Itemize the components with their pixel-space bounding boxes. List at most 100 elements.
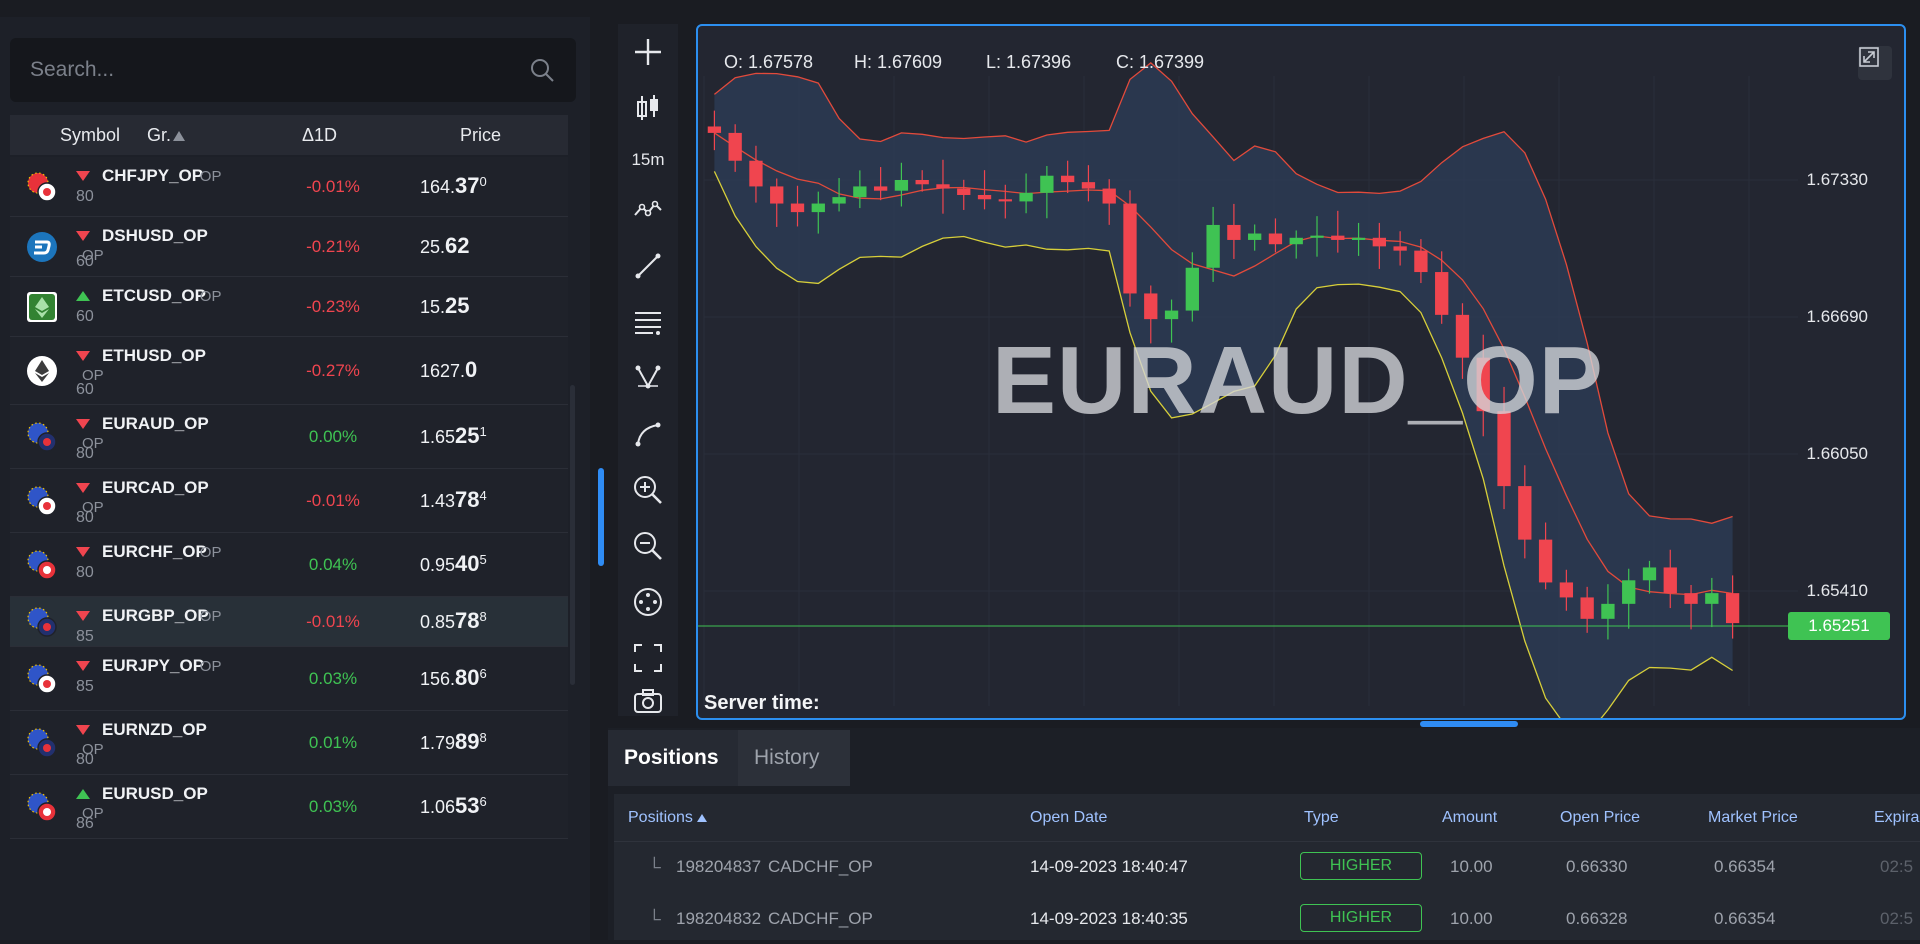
price-fraction: 4 xyxy=(479,488,487,503)
price-prefix: 0.85 xyxy=(420,612,456,632)
expiration-column-header[interactable]: Expira xyxy=(1874,809,1919,827)
candle-body xyxy=(873,186,888,191)
list-scrollbar[interactable] xyxy=(570,385,575,685)
position-row[interactable]: └ 198204837 CADCHF_OP 14-09-2023 18:40:47 HI… xyxy=(614,842,1920,892)
candle-body xyxy=(1538,539,1553,583)
instrument-row-etcusd_op[interactable]: ETCUSD_OP OP 60 -0.23% 15.25 xyxy=(10,277,568,337)
price-pips: 62 xyxy=(445,233,470,258)
expand-chart-button[interactable] xyxy=(1858,46,1892,80)
candle-body xyxy=(1725,593,1740,624)
instrument-group: 86 xyxy=(76,815,94,832)
tab-positions[interactable]: Positions xyxy=(608,730,738,786)
candle-body xyxy=(957,188,971,195)
price-column-header[interactable]: Price xyxy=(460,125,501,146)
amount-column-header[interactable]: Amount xyxy=(1442,809,1497,827)
instrument-row-chfjpy_op[interactable]: CHFJPY_OP OP 80 -0.01% 164.370 xyxy=(10,157,568,217)
type-column-header[interactable]: Type xyxy=(1304,809,1339,827)
instrument-row-dshusd_op[interactable]: DSHUSD_OP OP 60 -0.21% 25.62 xyxy=(10,217,568,277)
candle-body xyxy=(1414,250,1428,273)
zoom-in-button[interactable] xyxy=(628,470,668,510)
trend-up-icon xyxy=(76,291,90,301)
price-pips: 25 xyxy=(445,293,470,318)
position-exp: 02:5 xyxy=(1880,909,1914,928)
y-axis-label: 1.66050 xyxy=(1806,444,1868,463)
instrument-row-eurgbp_op[interactable]: EURGBP_OP OP 85 -0.01% 0.85788 xyxy=(10,597,568,647)
instrument-type-tag: OP xyxy=(199,658,222,675)
instrument-row-eurusd_op[interactable]: EURUSD_OP OP 86 0.03% 1.06536 xyxy=(10,775,568,839)
daily-change: -0.23% xyxy=(306,297,360,316)
candle-body xyxy=(1622,580,1636,604)
price-chart[interactable]: O: 1.67578 H: 1.67609 L: 1.67396 C: 1.67… xyxy=(696,24,1906,720)
candle-body xyxy=(1081,182,1096,189)
instrument-row-eurcad_op[interactable]: EURCAD_OP OP 80 -0.01% 1.43784 xyxy=(10,469,568,533)
trend-down-icon xyxy=(76,661,90,671)
instrument-symbol: EURUSD_OP xyxy=(102,784,208,803)
position-type: HIGHER xyxy=(1300,852,1422,880)
indicators-button[interactable] xyxy=(628,190,668,230)
fullscreen-button[interactable] xyxy=(628,638,668,678)
candle-body xyxy=(1206,224,1220,268)
daily-change: 0.00% xyxy=(308,427,358,446)
instrument-group: 80 xyxy=(76,509,94,526)
position-row[interactable]: └ 198204832 CADCHF_OP 14-09-2023 18:40:35 HI… xyxy=(614,894,1920,944)
position-market-price: 0.66354 xyxy=(1714,857,1776,876)
pattern-icon xyxy=(635,365,661,389)
screenshot-button[interactable] xyxy=(628,688,668,716)
positions-column-header[interactable]: Positions xyxy=(628,809,708,827)
instrument-symbol: EURCHF_OP xyxy=(102,542,207,561)
price-fraction: 0 xyxy=(479,174,487,189)
instrument-symbol: EURCAD_OP xyxy=(102,478,209,497)
candle-body xyxy=(1601,603,1615,619)
instrument-panel: Symbol Gr. Δ1D Price CHFJPY_OPOP80-0.01%… xyxy=(0,17,590,940)
instrument-symbol: EURGBP_OP xyxy=(102,606,209,625)
eur-aud-flag-icon xyxy=(27,422,57,452)
instrument-price: 15.25 xyxy=(420,293,470,319)
position-symbol: CADCHF_OP xyxy=(768,909,873,928)
instrument-row-eurchf_op[interactable]: EURCHF_OP OP 80 0.04% 0.95405 xyxy=(10,533,568,597)
instrument-row-ethusd_op[interactable]: ETHUSD_OP OP 60 -0.27% 1627.0 xyxy=(10,337,568,405)
trend-line-icon xyxy=(635,253,661,279)
instrument-price: 164.370 xyxy=(420,173,487,199)
trend-down-icon xyxy=(76,419,90,429)
instrument-price: 0.95405 xyxy=(420,551,487,577)
tab-history[interactable]: History xyxy=(738,730,850,786)
zoom-out-button[interactable] xyxy=(628,526,668,566)
zoom-out-icon xyxy=(634,532,662,560)
eur-usd-flag-icon xyxy=(27,792,57,822)
candle-body xyxy=(811,203,825,213)
candle-body xyxy=(1310,235,1324,238)
instrument-row-eurnzd_op[interactable]: EURNZD_OP OP 80 0.01% 1.79898 xyxy=(10,711,568,775)
eur-cad-flag-icon xyxy=(27,486,57,516)
instrument-group: 80 xyxy=(76,751,94,768)
chf-jpy-flag-icon xyxy=(27,172,57,202)
sort-asc-icon xyxy=(173,131,186,141)
curve-tool[interactable] xyxy=(628,414,668,454)
group-column-header[interactable]: Gr. xyxy=(147,125,186,146)
price-prefix: 15. xyxy=(420,297,446,317)
panel-resize-handle[interactable] xyxy=(598,468,604,566)
symbol-column-header[interactable]: Symbol xyxy=(60,125,120,146)
open-price-column-header[interactable]: Open Price xyxy=(1560,809,1640,827)
timeframe-button[interactable]: 15m xyxy=(618,150,678,170)
candle-body xyxy=(1144,293,1158,320)
candle-body xyxy=(790,203,805,213)
bottom-panel-resize-handle[interactable] xyxy=(1420,721,1518,727)
instrument-row-eurjpy_op[interactable]: EURJPY_OP OP 85 0.03% 156.806 xyxy=(10,647,568,711)
market-price-column-header[interactable]: Market Price xyxy=(1708,809,1798,827)
symbol-watermark: EURAUD_OP xyxy=(992,327,1604,434)
search-icon[interactable] xyxy=(528,56,556,84)
trend-line-tool[interactable] xyxy=(628,246,668,286)
reset-zoom-button[interactable] xyxy=(628,582,668,622)
instrument-row-euraud_op[interactable]: EURAUD_OP OP 80 0.00% 1.65251 xyxy=(10,405,568,469)
candle[interactable] xyxy=(1123,190,1137,307)
candle-body xyxy=(1642,567,1657,581)
instrument-group: 85 xyxy=(76,678,94,695)
crosshair-tool[interactable] xyxy=(628,32,668,72)
chart-type-button[interactable] xyxy=(628,88,668,128)
pattern-tool[interactable] xyxy=(628,358,668,398)
candle-body xyxy=(1102,188,1116,204)
open-date-column-header[interactable]: Open Date xyxy=(1030,809,1107,827)
search-input[interactable] xyxy=(28,38,508,102)
fibonacci-tool[interactable] xyxy=(628,302,668,342)
change-column-header[interactable]: Δ1D xyxy=(302,125,337,146)
